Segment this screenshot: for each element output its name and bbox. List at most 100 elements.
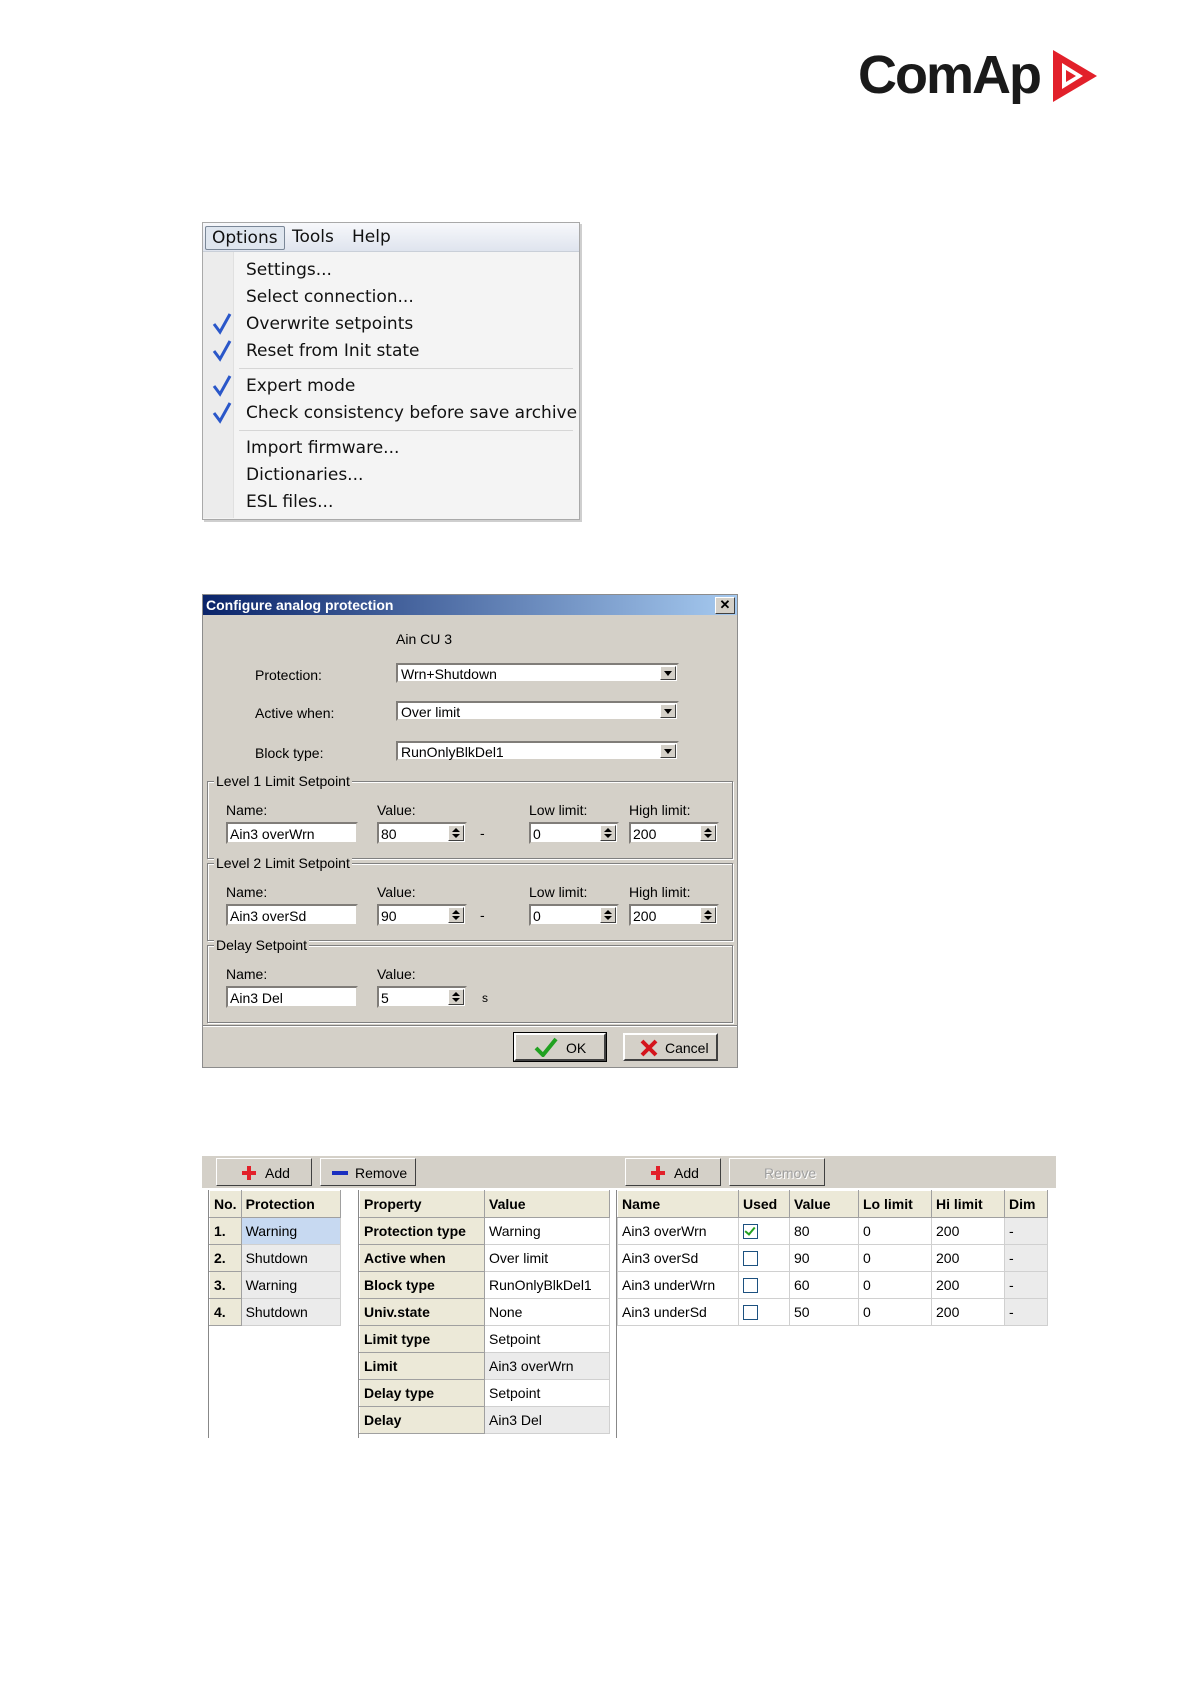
setpoint-hi[interactable]: 200 xyxy=(931,1217,1005,1245)
used-checkbox[interactable] xyxy=(743,1251,758,1267)
level2-name-field[interactable]: Ain3 overSd xyxy=(226,904,358,926)
table-row[interactable]: Ain3 underSd 50 0 200 - xyxy=(617,1298,1048,1326)
col-header-name[interactable]: Name xyxy=(617,1190,739,1218)
used-checkbox-cell[interactable] xyxy=(738,1244,790,1272)
setpoint-lo[interactable]: 0 xyxy=(858,1244,932,1272)
spin-arrows-icon[interactable] xyxy=(448,989,464,1005)
cancel-button[interactable]: Cancel xyxy=(623,1033,718,1061)
setpoint-name[interactable]: Ain3 underSd xyxy=(617,1298,739,1326)
table-row[interactable]: 2. Shutdown xyxy=(209,1244,341,1272)
used-checkbox[interactable] xyxy=(743,1224,758,1240)
level2-low-spin[interactable]: 0 xyxy=(529,904,619,926)
protection-select[interactable]: Wrn+Shutdown xyxy=(396,663,679,683)
col-header-protection[interactable]: Protection xyxy=(240,1190,341,1218)
level1-value-spin[interactable]: 80 xyxy=(377,822,467,844)
table-row[interactable]: Ain3 underWrn 60 0 200 - xyxy=(617,1271,1048,1299)
table-row[interactable]: Univ.state None xyxy=(359,1298,610,1326)
spin-arrows-icon[interactable] xyxy=(448,825,464,841)
ok-button[interactable]: OK xyxy=(513,1032,607,1062)
setpoint-value[interactable]: 80 xyxy=(789,1217,859,1245)
property-value[interactable]: Setpoint xyxy=(484,1379,610,1407)
col-header-property[interactable]: Property xyxy=(359,1190,485,1218)
level2-value-spin[interactable]: 90 xyxy=(377,904,467,926)
setpoint-hi[interactable]: 200 xyxy=(931,1271,1005,1299)
menu-item-reset-init-state[interactable]: Reset from Init state xyxy=(246,339,420,363)
protection-cell[interactable]: Warning xyxy=(240,1271,341,1299)
menu-item-dictionaries[interactable]: Dictionaries... xyxy=(246,463,363,487)
add-setpoint-button[interactable]: Add xyxy=(625,1158,721,1186)
col-header-hi-limit[interactable]: Hi limit xyxy=(931,1190,1005,1218)
remove-protection-button[interactable]: Remove xyxy=(320,1158,416,1186)
delay-value-spin[interactable]: 5 xyxy=(377,986,467,1008)
table-row[interactable]: Block type RunOnlyBlkDel1 xyxy=(359,1271,610,1299)
menu-item-expert-mode[interactable]: Expert mode xyxy=(246,374,355,398)
add-protection-button[interactable]: Add xyxy=(216,1158,312,1186)
used-checkbox-cell[interactable] xyxy=(738,1298,790,1326)
col-header-used[interactable]: Used xyxy=(738,1190,790,1218)
table-row[interactable]: Limit Ain3 overWrn xyxy=(359,1352,610,1380)
table-row[interactable]: Delay Ain3 Del xyxy=(359,1406,610,1434)
close-button[interactable]: ✕ xyxy=(715,597,735,614)
table-row[interactable]: Active when Over limit xyxy=(359,1244,610,1272)
active-when-select[interactable]: Over limit xyxy=(396,701,679,721)
spin-arrows-icon[interactable] xyxy=(448,907,464,923)
level1-name-field[interactable]: Ain3 overWrn xyxy=(226,822,358,844)
spin-arrows-icon[interactable] xyxy=(700,907,716,923)
setpoint-lo[interactable]: 0 xyxy=(858,1271,932,1299)
table-row[interactable]: Ain3 overSd 90 0 200 - xyxy=(617,1244,1048,1272)
level1-low-spin[interactable]: 0 xyxy=(529,822,619,844)
level2-high-spin[interactable]: 200 xyxy=(629,904,719,926)
table-row[interactable]: Limit type Setpoint xyxy=(359,1325,610,1353)
menu-options[interactable]: Options xyxy=(205,226,285,250)
setpoint-name[interactable]: Ain3 overSd xyxy=(617,1244,739,1272)
used-checkbox[interactable] xyxy=(743,1278,758,1294)
col-header-lo-limit[interactable]: Lo limit xyxy=(858,1190,932,1218)
level1-high-spin[interactable]: 200 xyxy=(629,822,719,844)
property-value[interactable]: Over limit xyxy=(484,1244,610,1272)
table-row[interactable]: Delay type Setpoint xyxy=(359,1379,610,1407)
menu-help[interactable]: Help xyxy=(346,226,397,248)
col-header-value[interactable]: Value xyxy=(484,1190,610,1218)
dropdown-arrow-icon[interactable] xyxy=(660,666,676,680)
table-row[interactable]: 3. Warning xyxy=(209,1271,341,1299)
spin-arrows-icon[interactable] xyxy=(600,907,616,923)
setpoint-hi[interactable]: 200 xyxy=(931,1244,1005,1272)
col-header-value[interactable]: Value xyxy=(789,1190,859,1218)
property-value[interactable]: None xyxy=(484,1298,610,1326)
used-checkbox[interactable] xyxy=(743,1305,758,1321)
table-row[interactable]: Ain3 overWrn 80 0 200 - xyxy=(617,1217,1048,1245)
setpoint-value[interactable]: 50 xyxy=(789,1298,859,1326)
menu-item-overwrite-setpoints[interactable]: Overwrite setpoints xyxy=(246,312,413,336)
setpoint-value[interactable]: 60 xyxy=(789,1271,859,1299)
dropdown-arrow-icon[interactable] xyxy=(660,744,676,758)
table-row[interactable]: Protection type Warning xyxy=(359,1217,610,1245)
property-value[interactable]: Warning xyxy=(484,1217,610,1245)
menu-item-settings[interactable]: Settings... xyxy=(246,258,332,282)
setpoint-name[interactable]: Ain3 overWrn xyxy=(617,1217,739,1245)
dropdown-arrow-icon[interactable] xyxy=(660,704,676,718)
used-checkbox-cell[interactable] xyxy=(738,1217,790,1245)
menu-item-import-firmware[interactable]: Import firmware... xyxy=(246,436,399,460)
col-header-dim[interactable]: Dim xyxy=(1004,1190,1048,1218)
spin-arrows-icon[interactable] xyxy=(600,825,616,841)
menu-item-check-consistency[interactable]: Check consistency before save archive xyxy=(246,401,577,425)
menu-item-esl-files[interactable]: ESL files... xyxy=(246,490,333,514)
used-checkbox-cell[interactable] xyxy=(738,1271,790,1299)
setpoint-lo[interactable]: 0 xyxy=(858,1298,932,1326)
protection-cell[interactable]: Shutdown xyxy=(240,1298,341,1326)
block-type-select[interactable]: RunOnlyBlkDel1 xyxy=(396,741,679,761)
setpoint-value[interactable]: 90 xyxy=(789,1244,859,1272)
property-value[interactable]: Ain3 Del xyxy=(484,1406,610,1434)
spin-arrows-icon[interactable] xyxy=(700,825,716,841)
menu-item-select-connection[interactable]: Select connection... xyxy=(246,285,414,309)
setpoint-lo[interactable]: 0 xyxy=(858,1217,932,1245)
col-header-no[interactable]: No. xyxy=(209,1190,242,1218)
property-value[interactable]: Ain3 overWrn xyxy=(484,1352,610,1380)
menu-tools[interactable]: Tools xyxy=(286,226,340,248)
table-row[interactable]: 4. Shutdown xyxy=(209,1298,341,1326)
table-row[interactable]: 1. Warning xyxy=(209,1217,341,1245)
protection-cell[interactable]: Shutdown xyxy=(240,1244,341,1272)
setpoint-name[interactable]: Ain3 underWrn xyxy=(617,1271,739,1299)
setpoint-hi[interactable]: 200 xyxy=(931,1298,1005,1326)
remove-setpoint-button[interactable]: Remove xyxy=(729,1158,825,1186)
